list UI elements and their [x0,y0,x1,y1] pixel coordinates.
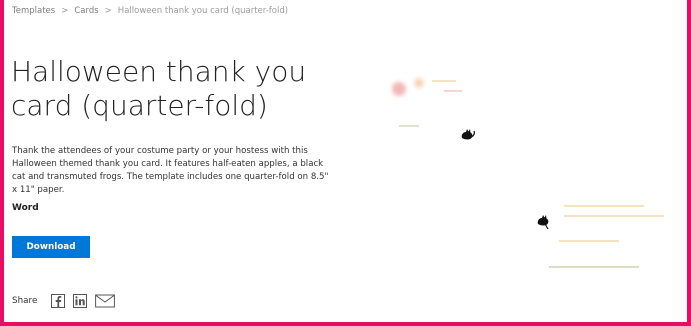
decorative-flourish [399,125,419,127]
share-row: Share [12,294,116,308]
apple-illustration [414,78,424,88]
breadcrumb-current: Halloween thank you card (quarter-fold) [117,6,289,16]
facebook-icon[interactable] [51,294,66,308]
black-cat-icon [461,129,475,140]
decorative-flourish [549,266,639,268]
breadcrumb: Templates > Cards > Halloween thank you … [12,6,288,16]
share-label: Share [12,296,38,306]
app-label: Word [12,203,39,213]
apple-illustration [392,82,406,96]
black-cat-icon [537,215,549,230]
linkedin-icon[interactable] [73,294,88,308]
decorative-flourish [432,80,456,82]
email-icon[interactable] [95,294,116,308]
card-preview-image [374,40,684,300]
decorative-flourish [564,205,644,207]
breadcrumb-cards[interactable]: Cards [74,6,98,16]
decorative-flourish [444,90,462,92]
breadcrumb-separator: > [61,6,69,16]
decorative-flourish [564,215,664,217]
template-description: Thank the attendees of your costume part… [12,146,329,195]
breadcrumb-templates[interactable]: Templates [12,6,55,16]
decorative-flourish [559,240,619,242]
page-title: Halloween thank you card (quarter-fold) [11,55,307,122]
download-button[interactable]: Download [12,236,90,258]
template-page: Templates > Cards > Halloween thank you … [4,0,687,322]
breadcrumb-separator: > [104,6,112,16]
